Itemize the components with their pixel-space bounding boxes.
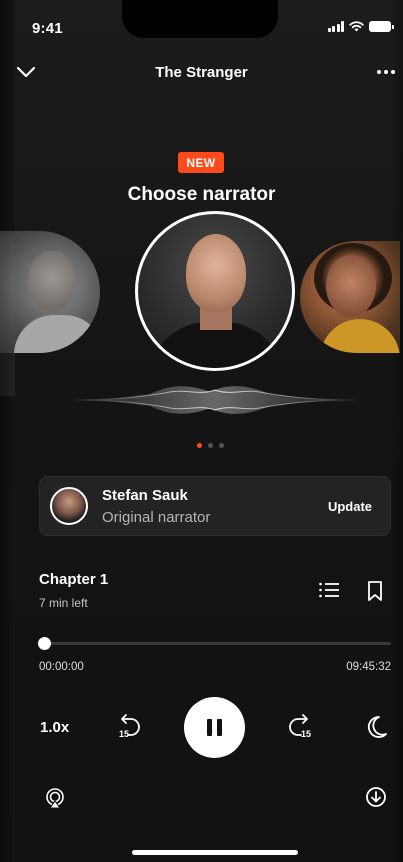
- narrator-thumbnail: [50, 487, 88, 525]
- narrator-role: Original narrator: [102, 509, 211, 526]
- new-badge: NEW: [178, 152, 224, 173]
- chapter-time-left: 7 min left: [39, 596, 88, 610]
- more-options-icon[interactable]: [373, 62, 399, 82]
- page-dot[interactable]: [208, 443, 213, 448]
- page-dot[interactable]: [219, 443, 224, 448]
- forward-15-label: 15: [301, 729, 312, 739]
- device-notch: [122, 0, 278, 38]
- wifi-icon: [349, 21, 364, 32]
- list-icon[interactable]: [318, 580, 340, 600]
- playback-speed-button[interactable]: 1.0x: [40, 719, 69, 736]
- pause-icon: [207, 719, 212, 736]
- left-edge: [0, 0, 15, 862]
- cellular-signal-icon: [327, 21, 344, 32]
- carousel-pagination[interactable]: [197, 443, 224, 448]
- current-narrator-card: Stefan Sauk Original narrator Update: [39, 476, 391, 536]
- narrator-name: Stefan Sauk: [102, 487, 188, 504]
- rewind-15-button[interactable]: 15: [114, 712, 144, 742]
- update-button[interactable]: Update: [328, 499, 372, 514]
- battery-icon: [369, 21, 394, 32]
- book-title: The Stranger: [155, 64, 248, 81]
- voice-sample-waveform: [70, 386, 360, 414]
- narrator-avatar-selected[interactable]: [135, 211, 295, 371]
- progress-knob[interactable]: [38, 637, 51, 650]
- home-indicator: [132, 850, 298, 855]
- forward-15-button[interactable]: 15: [285, 712, 315, 742]
- elapsed-time: 00:00:00: [39, 661, 84, 673]
- narrator-avatar-next[interactable]: [300, 241, 400, 353]
- total-time: 09:45:32: [346, 661, 391, 673]
- status-time: 9:41: [32, 20, 63, 37]
- download-icon[interactable]: [365, 786, 387, 808]
- rewind-15-label: 15: [119, 729, 130, 739]
- airplay-icon[interactable]: [44, 787, 66, 809]
- choose-narrator-heading: Choose narrator: [127, 184, 276, 205]
- status-icons: [327, 21, 394, 32]
- chapter-title: Chapter 1: [39, 571, 109, 588]
- bookmark-icon[interactable]: [366, 580, 384, 602]
- page-dot-active[interactable]: [197, 443, 202, 448]
- progress-track[interactable]: [44, 642, 391, 645]
- moon-icon[interactable]: [364, 714, 388, 740]
- pause-button[interactable]: [184, 697, 245, 758]
